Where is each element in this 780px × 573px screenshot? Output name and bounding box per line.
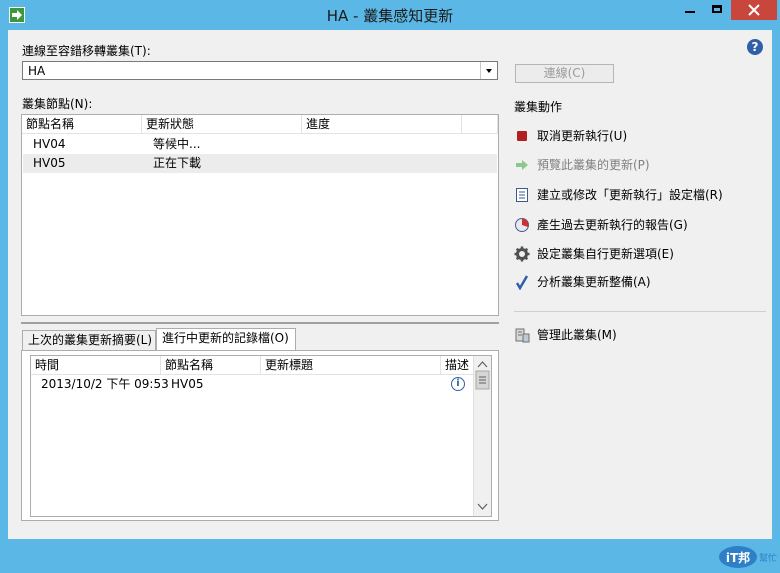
column-header-update-title[interactable]: 更新標題 [261,356,441,375]
column-header-description[interactable]: 描述 [441,356,474,375]
help-icon[interactable]: ? [747,39,763,55]
column-header-node-name[interactable]: 節點名稱 [161,356,261,375]
nodes-table[interactable]: 節點名稱 更新狀態 進度 HV04 等候中... HV05 正在下載 [21,114,499,316]
server-icon [515,328,530,343]
column-header-node-name[interactable]: 節點名稱 [22,115,142,134]
close-button[interactable] [731,0,777,20]
chevron-down-icon[interactable] [480,62,497,79]
maximize-button[interactable] [704,0,731,20]
document-icon [516,188,528,202]
log-node: HV05 [171,377,204,391]
nodes-label: 叢集節點(N): [22,97,93,111]
close-icon [748,4,760,16]
node-name: HV04 [33,137,66,151]
log-time: 2013/10/2 下午 09:53 [41,377,169,391]
cluster-combobox-value: HA [28,64,46,78]
actions-divider [514,311,766,312]
tab-last-summary[interactable]: 上次的叢集更新摘要(L) [22,330,156,350]
report-icon [515,218,529,232]
pane-splitter[interactable] [21,322,499,324]
column-header-update-status[interactable]: 更新狀態 [142,115,302,134]
svg-text:幫忙: 幫忙 [759,552,777,564]
title-bar: HA - 叢集感知更新 [0,0,780,30]
gear-icon [514,246,530,262]
tab-running-log[interactable]: 進行中更新的記錄檔(O) [156,328,296,350]
column-header-progress[interactable]: 進度 [302,115,462,134]
node-name: HV05 [33,156,66,170]
column-header-empty [462,115,498,134]
minimize-button[interactable] [676,0,704,20]
checkmark-icon [515,275,529,290]
log-panel: 時間 節點名稱 更新標題 描述 2013/10/2 下午 09:53 HV05 … [21,350,499,521]
column-header-time[interactable]: 時間 [31,356,161,375]
node-status: 等候中... [153,137,201,151]
window-title: HA - 叢集感知更新 [326,7,454,25]
table-row[interactable]: HV04 等候中... [23,135,497,154]
node-status: 正在下載 [153,156,202,170]
dialog-body: ? 連線至容錯移轉叢集(T): HA 連線(C) 叢集節點(N): 節點名稱 更… [8,30,777,568]
vertical-scrollbar[interactable] [473,356,491,516]
watermark-logo: iT邦 幫忙 [718,544,778,570]
table-row[interactable]: 2013/10/2 下午 09:53 HV05 i [32,375,474,394]
log-table[interactable]: 時間 節點名稱 更新標題 描述 2013/10/2 下午 09:53 HV05 … [30,355,492,517]
stop-icon [517,131,527,141]
maximize-icon [712,5,722,13]
connect-label: 連線至容錯移轉叢集(T): [22,44,151,58]
cluster-combobox[interactable]: HA [22,61,498,80]
minimize-icon [685,11,695,13]
connect-button[interactable]: 連線(C) [515,64,614,83]
table-row[interactable]: HV05 正在下載 [23,154,497,173]
info-icon[interactable]: i [451,377,465,391]
svg-text:iT邦: iT邦 [726,550,750,565]
arrow-right-icon [516,160,528,170]
cluster-actions-title: 叢集動作 [514,100,563,114]
